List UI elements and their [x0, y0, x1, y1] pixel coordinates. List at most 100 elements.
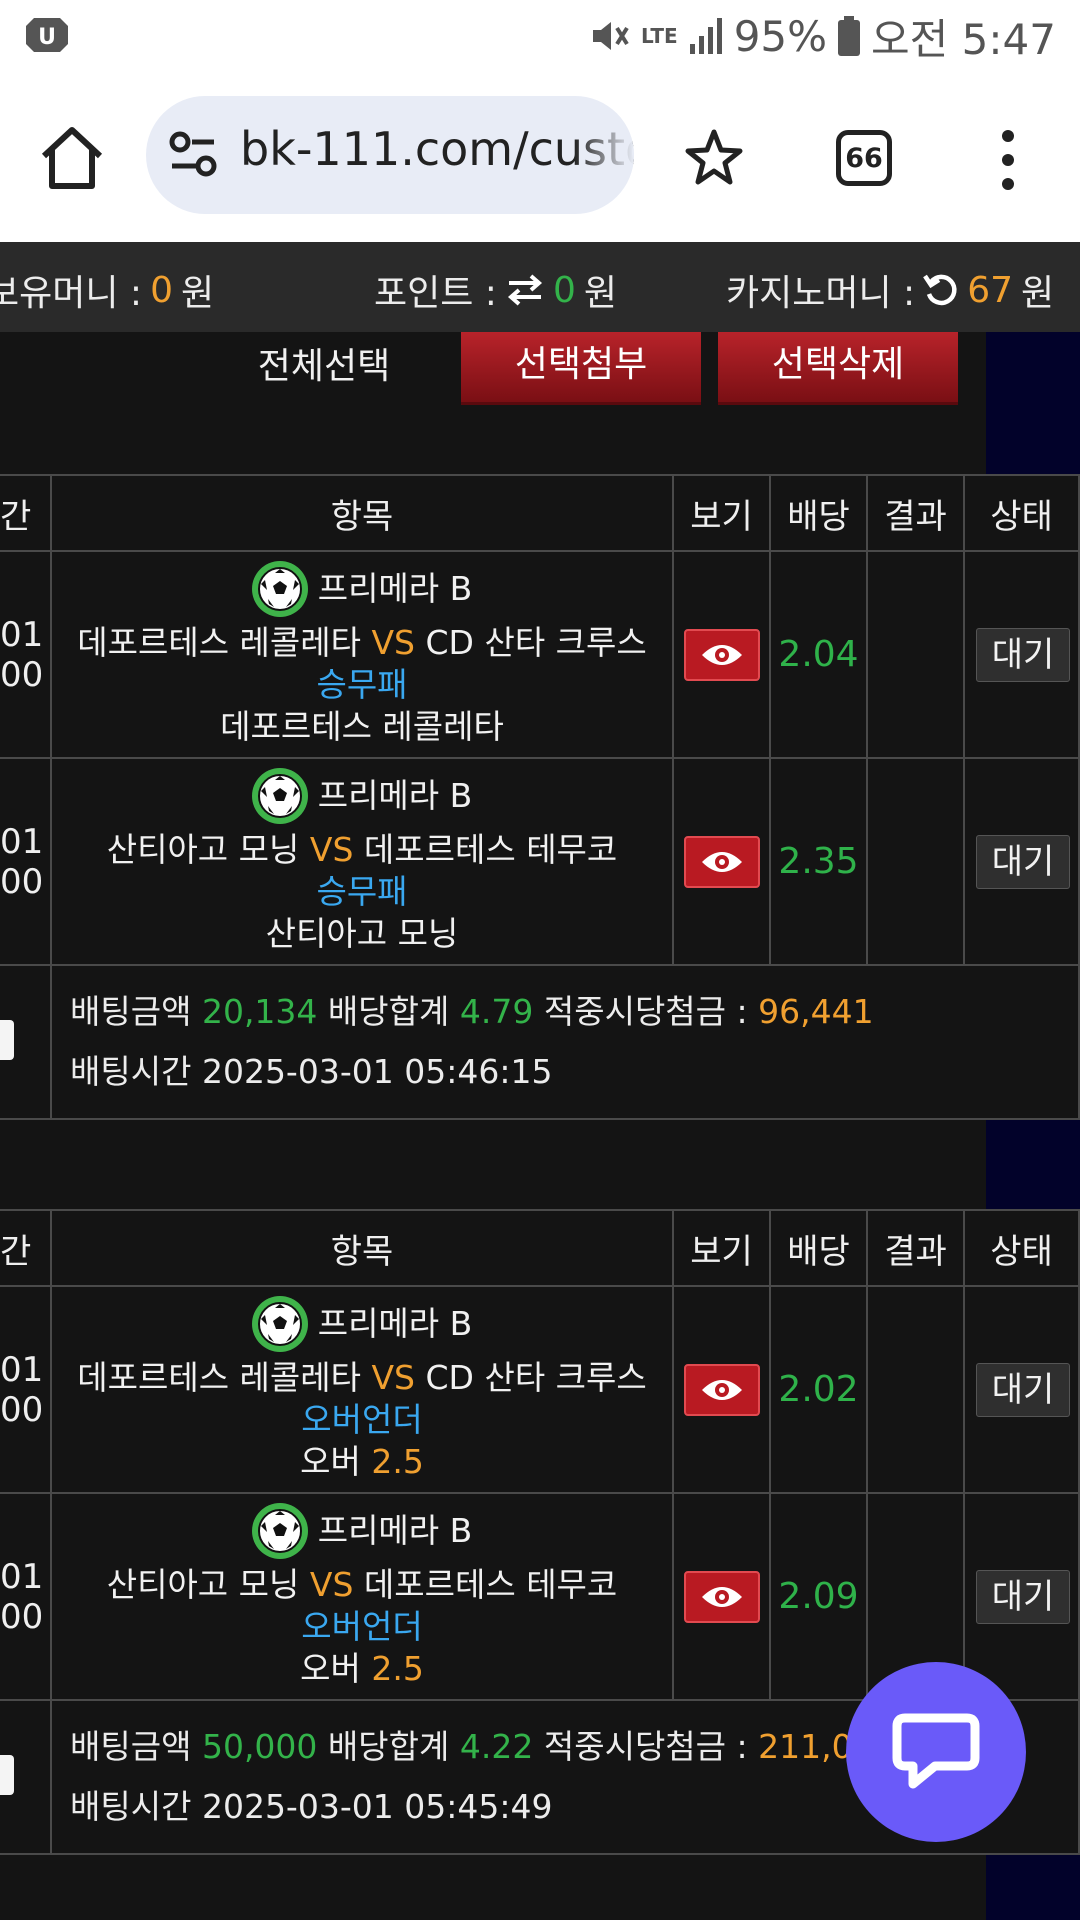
point-unit: 원 — [583, 273, 617, 314]
match-teams: 데포르테스 레콜레타 VS CD 산타 크루스 — [77, 623, 647, 662]
header-odds: 배당 — [769, 1209, 868, 1287]
bet-item: 프리메라 B 데포르테스 레콜레타 VS CD 산타 크루스 오버언더 오버 2… — [50, 1285, 674, 1494]
odds-value: 2.04 — [769, 550, 868, 759]
eye-icon — [701, 1586, 742, 1607]
header-time: 간 — [0, 474, 52, 552]
soccer-ball-icon — [251, 1503, 308, 1559]
result-cell — [866, 550, 965, 759]
table-row: 01 00 프리메라 B 산티아고 모닝 VS 데포르테스 테무코 승무패 산티아… — [0, 757, 1080, 966]
battery-icon — [838, 16, 861, 56]
site-settings-icon[interactable] — [168, 130, 220, 178]
soccer-ball-icon — [251, 561, 308, 617]
bet-pick: 오버 2.5 — [300, 1442, 424, 1481]
odds-total: 4.79 — [459, 992, 534, 1031]
bet-time: 01 00 — [0, 1492, 52, 1701]
market-type: 승무패 — [316, 872, 408, 911]
casino-money: 카지노머니 : 67 원 — [726, 264, 1054, 316]
refresh-icon[interactable] — [923, 272, 959, 308]
signal-icon — [689, 18, 722, 54]
status-badge[interactable]: 대기 — [976, 1569, 1070, 1624]
eye-icon — [701, 644, 742, 665]
status-indicators: LTE 95% 오전 5:47 — [587, 10, 1056, 64]
header-status: 상태 — [963, 1209, 1080, 1287]
match-teams: 데포르테스 레콜레타 VS CD 산타 크루스 — [77, 1358, 647, 1397]
bet-item: 프리메라 B 산티아고 모닝 VS 데포르테스 테무코 승무패 산티아고 모닝 — [50, 757, 674, 966]
odds-value: 2.35 — [769, 757, 868, 966]
league-name: 프리메라 B — [317, 1304, 473, 1343]
bet-amount: 50,000 — [201, 1727, 318, 1766]
status-badge[interactable]: 대기 — [976, 1362, 1070, 1417]
svg-text:U: U — [38, 25, 56, 50]
bet-pick: 데포르테스 레콜레타 — [220, 707, 504, 746]
view-eye-button[interactable] — [683, 1570, 760, 1623]
bookmark-star-icon[interactable] — [684, 128, 744, 188]
select-all-button[interactable]: 전체선택 — [236, 340, 412, 394]
bet-time: 01 00 — [0, 1285, 52, 1494]
eye-icon — [701, 851, 742, 872]
holding-label: 보유머니 : — [0, 273, 143, 314]
header-result: 결과 — [866, 474, 965, 552]
table-row: 01 00 프리메라 B 데포르테스 레콜레타 VS CD 산타 크루스 오버언더… — [0, 1285, 1080, 1494]
app-notification-icon: U — [26, 18, 68, 52]
clock: 오전 5:47 — [871, 14, 1056, 64]
bet-pick: 산티아고 모닝 — [265, 914, 459, 953]
bet-select-checkbox[interactable] — [0, 1020, 14, 1060]
bet-pick: 오버 2.5 — [300, 1649, 424, 1688]
holding-unit: 원 — [180, 273, 215, 314]
header-time: 간 — [0, 1209, 52, 1287]
bet-item: 프리메라 B 산티아고 모닝 VS 데포르테스 테무코 오버언더 오버 2.5 — [50, 1492, 674, 1701]
header-view: 보기 — [672, 1209, 771, 1287]
bet-summary-row: 배팅금액 20,134 배당합계 4.79 적중시당첨금 : 96,441 배팅… — [0, 964, 1080, 1120]
delete-selected-button[interactable]: 선택삭제 — [718, 332, 958, 405]
match-teams: 산티아고 모닝 VS 데포르테스 테무코 — [106, 1565, 618, 1604]
status-badge[interactable]: 대기 — [976, 627, 1070, 682]
money-bar: 보유머니 : 0 원 포인트 : 0 원 카지노머니 : 67 원 — [0, 242, 1080, 332]
address-bar[interactable]: bk-111.com/customer — [146, 96, 634, 214]
browser-toolbar: bk-111.com/customer 66 — [0, 72, 1080, 243]
market-type: 오버언더 — [301, 1607, 423, 1646]
bet-amount: 20,134 — [201, 992, 318, 1031]
odds-total: 4.22 — [459, 1727, 534, 1766]
bet-time-stamp: 2025-03-01 05:46:15 — [201, 1052, 553, 1091]
attach-selected-button[interactable]: 선택첨부 — [461, 332, 701, 405]
holding-money: 보유머니 : 0 원 — [0, 264, 214, 316]
bet-select-checkbox[interactable] — [0, 1755, 14, 1795]
status-bar: U LTE 95% 오전 5:47 — [0, 0, 1080, 72]
more-menu-icon[interactable] — [998, 128, 1018, 192]
bet-slip-table: 간 항목 보기 배당 결과 상태 01 00 프리메라 B 데포르테스 레콜레타 … — [0, 474, 1080, 1120]
bet-time: 01 00 — [0, 757, 52, 966]
league-name: 프리메라 B — [317, 569, 473, 608]
eye-icon — [701, 1379, 742, 1400]
odds-value: 2.02 — [769, 1285, 868, 1494]
table-header-row: 간 항목 보기 배당 결과 상태 — [0, 474, 1080, 552]
chat-button[interactable] — [846, 1662, 1026, 1842]
header-odds: 배당 — [769, 474, 868, 552]
view-eye-button[interactable] — [683, 835, 760, 888]
point-label: 포인트 : — [374, 273, 497, 314]
header-item: 항목 — [50, 1209, 674, 1287]
bet-time-stamp: 2025-03-01 05:45:49 — [201, 1787, 553, 1826]
exchange-icon[interactable] — [505, 273, 545, 307]
header-result: 결과 — [866, 1209, 965, 1287]
header-item: 항목 — [50, 474, 674, 552]
match-teams: 산티아고 모닝 VS 데포르테스 테무코 — [106, 830, 618, 869]
soccer-ball-icon — [251, 768, 308, 824]
battery-percent: 95% — [733, 11, 828, 61]
header-status: 상태 — [963, 474, 1080, 552]
result-cell — [866, 757, 965, 966]
payout-amount: 211,0 — [758, 1727, 853, 1766]
payout-amount: 96,441 — [758, 992, 874, 1031]
tab-switcher-button[interactable]: 66 — [836, 130, 892, 186]
soccer-ball-icon — [251, 1296, 308, 1352]
view-eye-button[interactable] — [683, 628, 760, 681]
status-badge[interactable]: 대기 — [976, 834, 1070, 889]
holding-value: 0 — [150, 269, 173, 311]
bet-item: 프리메라 B 데포르테스 레콜레타 VS CD 산타 크루스 승무패 데포르테스… — [50, 550, 674, 759]
bet-time: 01 00 — [0, 550, 52, 759]
mute-icon — [592, 22, 629, 50]
bet-summary: 배팅금액 20,134 배당합계 4.79 적중시당첨금 : 96,441 배팅… — [50, 964, 1080, 1120]
home-icon[interactable] — [36, 122, 108, 194]
market-type: 오버언더 — [301, 1400, 423, 1439]
casino-label: 카지노머니 : — [726, 273, 916, 314]
view-eye-button[interactable] — [683, 1363, 760, 1416]
